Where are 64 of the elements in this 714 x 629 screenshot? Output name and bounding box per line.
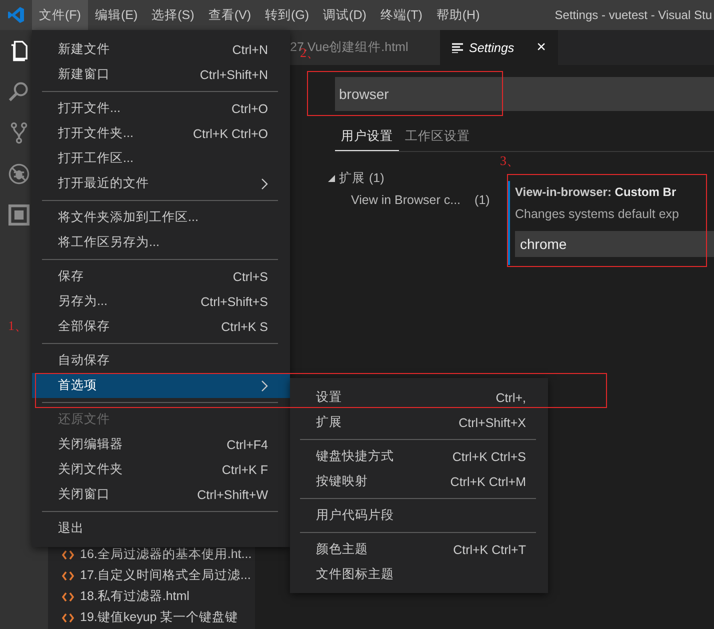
menu-item[interactable]: 颜色主题 Ctrl+K Ctrl+T <box>290 537 548 562</box>
file-name[interactable]: 16.全局过滤器的基本使用.ht... <box>80 546 252 563</box>
menu-bar-item[interactable]: 帮助(H) <box>429 0 487 30</box>
menu-item[interactable]: 打开最近的文件 <box>32 171 290 196</box>
bug-icon[interactable] <box>8 163 30 185</box>
settings-tab[interactable]: 用户设置 <box>335 125 399 151</box>
menu-item[interactable]: 键盘快捷方式 Ctrl+K Ctrl+S <box>290 444 548 469</box>
menu-item[interactable]: 扩展 Ctrl+Shift+X <box>290 410 548 435</box>
menu-item[interactable]: 另存为... Ctrl+Shift+S <box>32 289 290 314</box>
menu-item[interactable]: 全部保存 Ctrl+K S <box>32 314 290 339</box>
branch-icon[interactable] <box>8 122 30 144</box>
settings-tab[interactable]: 工作区设置 <box>399 125 476 150</box>
vscode-logo-icon <box>7 6 25 24</box>
editor-tab[interactable]: Settings × <box>440 30 558 65</box>
extensions-icon[interactable] <box>8 204 30 226</box>
code-file-icon <box>62 550 74 560</box>
setting-input[interactable]: chrome <box>515 231 714 257</box>
menu-bar-item[interactable]: 查看(V) <box>201 0 258 30</box>
menu-item[interactable]: 将文件夹添加到工作区... <box>32 205 290 230</box>
menu-item[interactable]: 退出 <box>32 516 290 541</box>
close-icon[interactable]: × <box>536 38 546 56</box>
expand-arrow-icon[interactable] <box>328 174 335 182</box>
menu-item[interactable]: 新建窗口 Ctrl+Shift+N <box>32 62 290 87</box>
code-file-icon <box>62 592 74 602</box>
menu-item[interactable]: 关闭编辑器 Ctrl+F4 <box>32 432 290 457</box>
file-name[interactable]: 18.私有过滤器.html <box>80 588 190 605</box>
menu-item[interactable]: 保存 Ctrl+S <box>32 264 290 289</box>
menu-item[interactable]: 自动保存 <box>32 348 290 373</box>
menu-bar-item[interactable]: 调试(D) <box>316 0 374 30</box>
menu-item[interactable]: 按键映射 Ctrl+K Ctrl+M <box>290 469 548 494</box>
file-name[interactable]: 19.键值keyup 某一个键盘键 <box>80 609 238 626</box>
annotation-number: 1、 <box>8 317 28 335</box>
annotation-number: 3、 <box>500 152 520 170</box>
menu-bar-item[interactable]: 文件(F) <box>32 0 88 30</box>
search-field[interactable]: browser <box>335 77 714 111</box>
menu-bar-item[interactable]: 编辑(E) <box>88 0 145 30</box>
menu-bar-item[interactable]: 转到(G) <box>258 0 316 30</box>
setting-description: Changes systems default exp <box>515 206 680 223</box>
chevron-right-icon <box>261 380 268 392</box>
code-file-icon <box>62 570 74 580</box>
item-count: (1) <box>474 193 490 207</box>
menu-item[interactable]: 打开文件夹... Ctrl+K Ctrl+O <box>32 121 290 146</box>
setting-title: View-in-browser: Custom Br <box>515 184 678 201</box>
menu-item: 还原文件 <box>57 411 111 428</box>
menu-item[interactable]: 关闭文件夹 Ctrl+K F <box>32 457 290 482</box>
tree-item[interactable]: 扩展 <box>339 170 365 186</box>
window-title: Settings - vuetest - Visual Stu <box>554 8 712 22</box>
lines-icon <box>452 42 463 52</box>
menu-item[interactable]: 打开工作区... <box>32 146 290 171</box>
menu-item[interactable]: 文件图标主题 <box>290 562 548 587</box>
item-count: (1) <box>369 171 384 185</box>
tree-item[interactable]: View in Browser c... <box>351 193 461 207</box>
menu-bar-item[interactable]: 终端(T) <box>373 0 430 30</box>
menu-item[interactable]: 关闭窗口 Ctrl+Shift+W <box>32 482 290 507</box>
chevron-right-icon <box>261 178 268 190</box>
code-file-icon <box>62 612 74 622</box>
search-icon[interactable] <box>8 81 30 103</box>
menu-item[interactable]: 设置 Ctrl+, <box>290 385 548 410</box>
menu-item[interactable]: 打开文件... Ctrl+O <box>32 96 290 121</box>
menu-item[interactable]: 用户代码片段 <box>290 503 548 528</box>
menu-item[interactable]: 将工作区另存为... <box>32 230 290 255</box>
menu-item[interactable]: 首选项 <box>32 373 290 398</box>
file-name[interactable]: 17.自定义时间格式全局过滤... <box>80 567 251 584</box>
menu-bar-item[interactable]: 选择(S) <box>144 0 202 30</box>
